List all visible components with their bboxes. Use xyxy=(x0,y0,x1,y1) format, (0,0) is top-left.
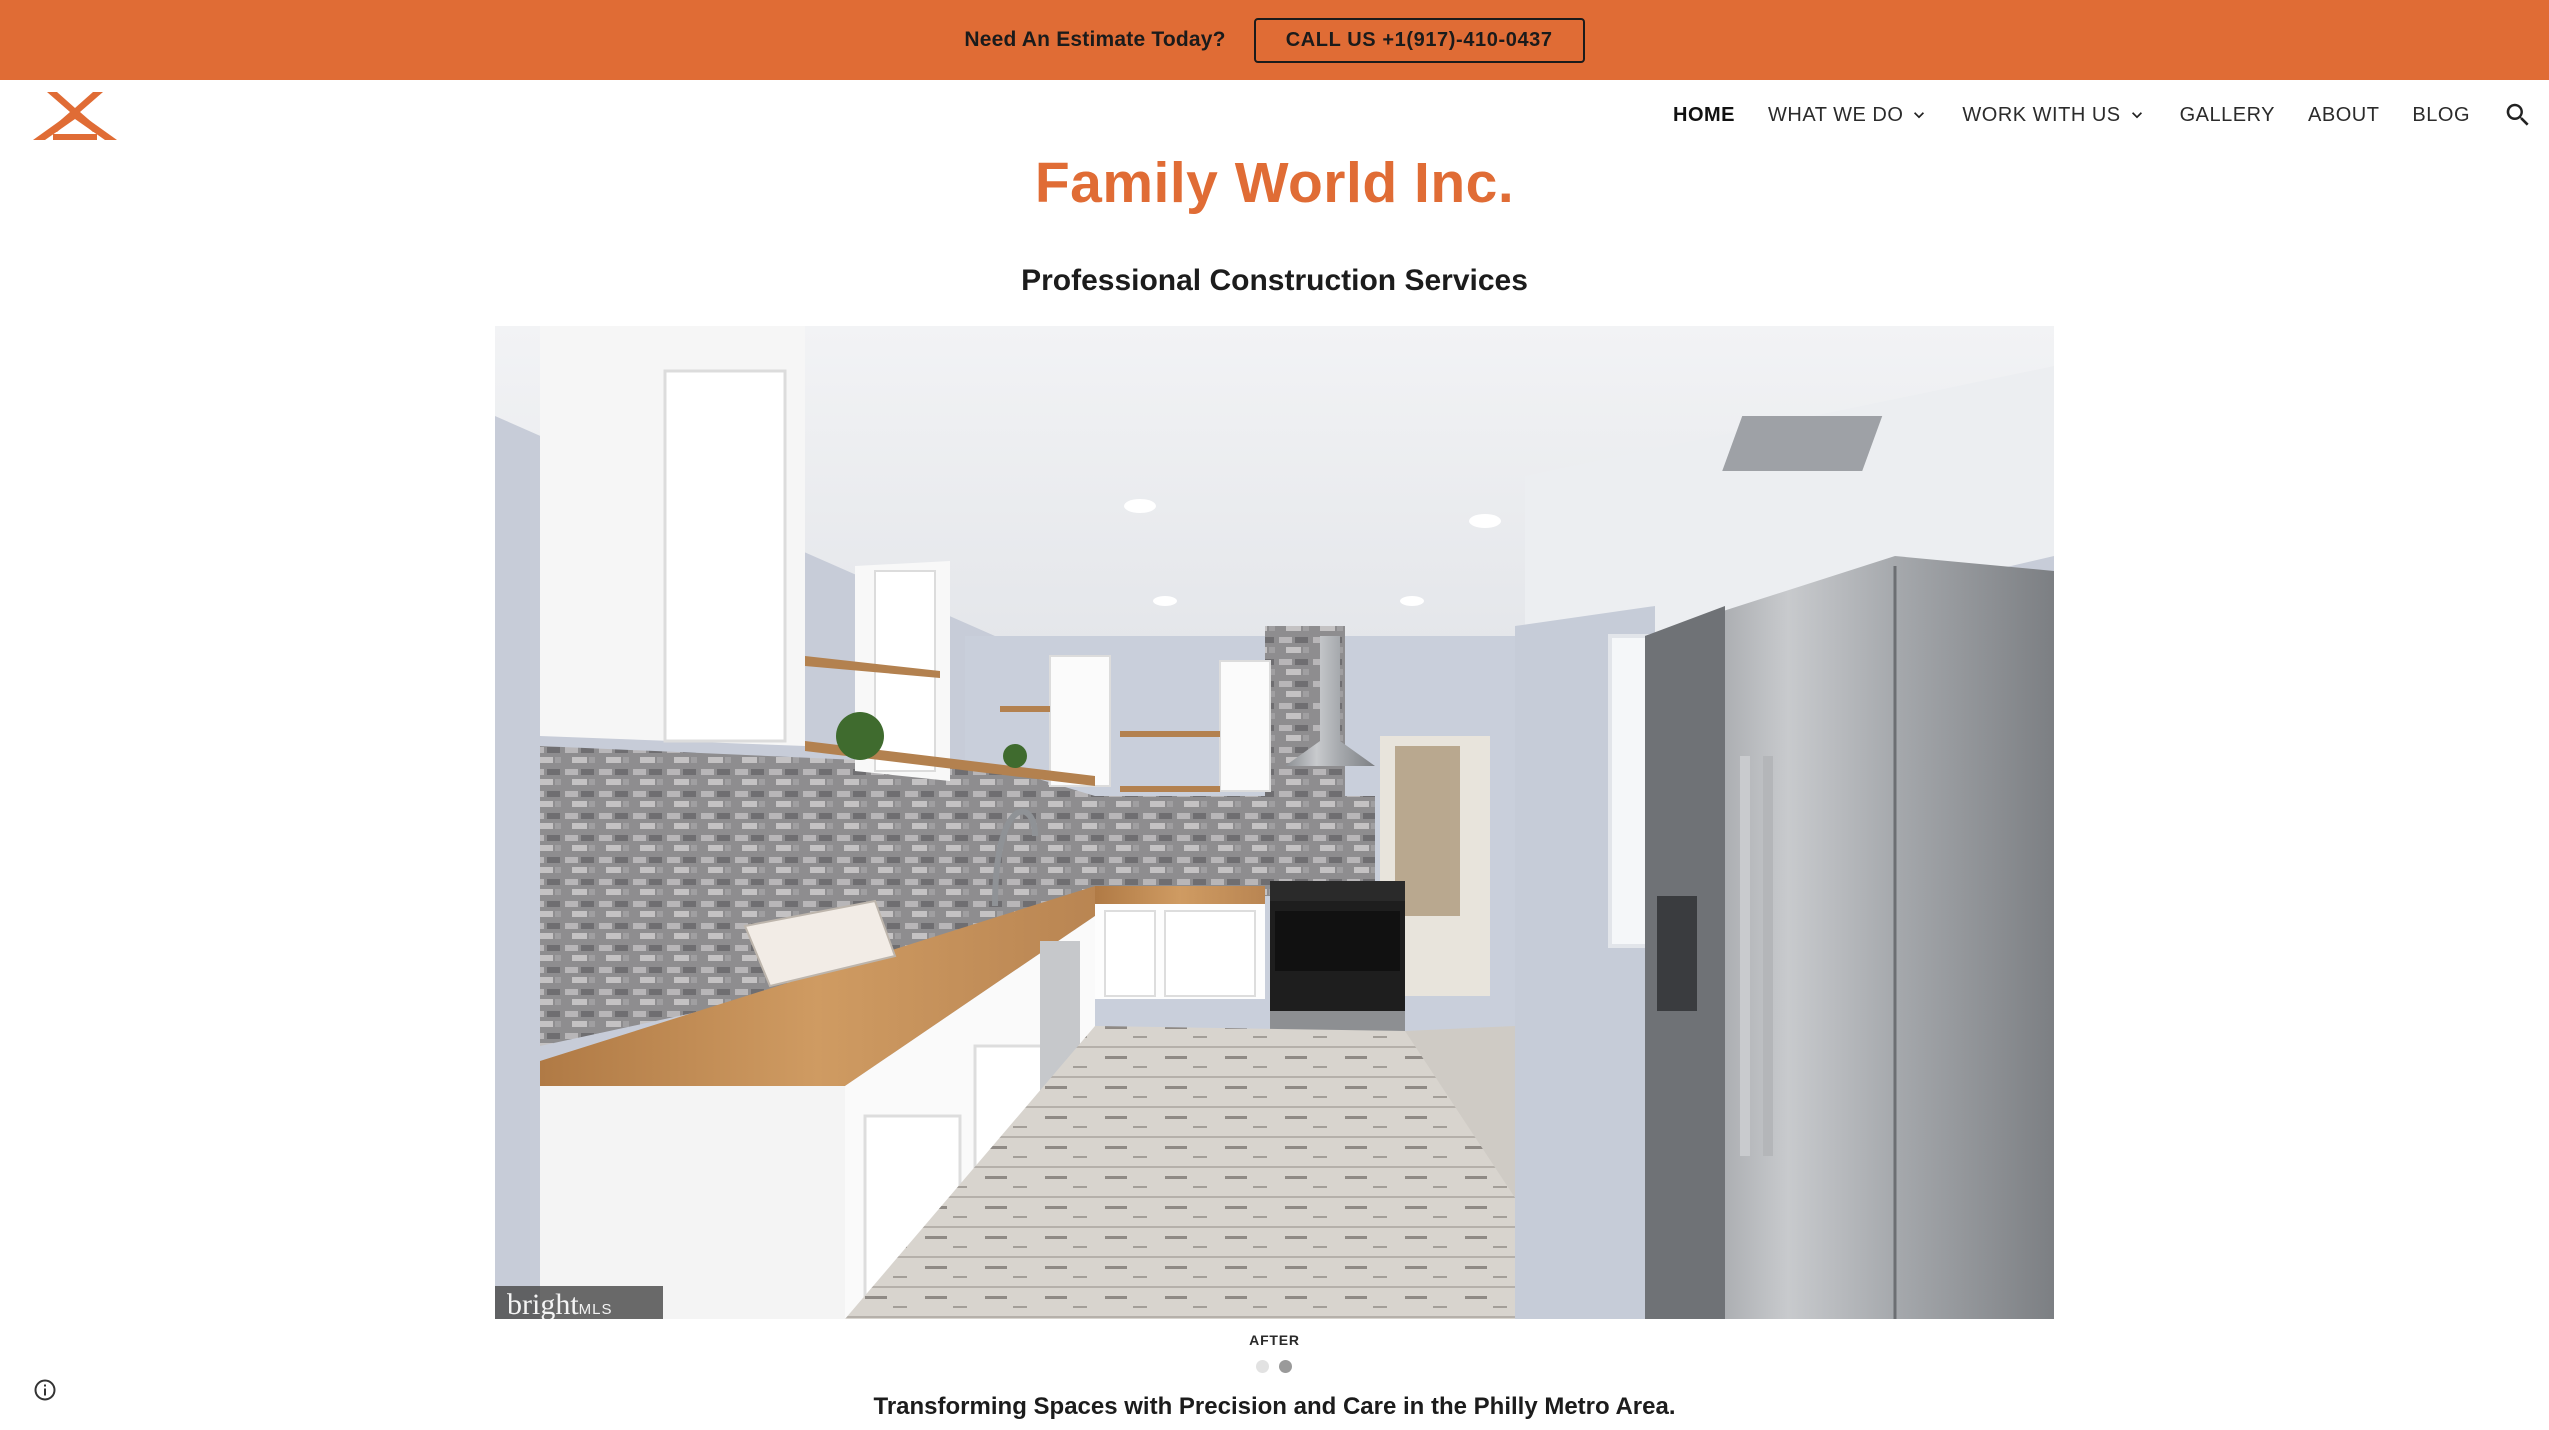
nav-work-with-us[interactable]: WORK WITH US xyxy=(1962,104,2146,127)
banner-text: Need An Estimate Today? xyxy=(964,28,1226,51)
nav-blog[interactable]: BLOG xyxy=(2412,104,2470,127)
main-nav: HOME WHAT WE DO WORK WITH US GALLERY ABO… xyxy=(1673,80,2549,150)
nav-what-we-do-label: WHAT WE DO xyxy=(1768,103,1904,126)
kitchen-photo xyxy=(495,326,2054,1319)
watermark-brand: bright xyxy=(507,1288,579,1319)
carousel-dots xyxy=(1256,1360,1292,1373)
top-banner: Need An Estimate Today? CALL US +1(917)-… xyxy=(0,0,2549,80)
site-header: HOME WHAT WE DO WORK WITH US GALLERY ABO… xyxy=(0,80,2549,150)
nav-about[interactable]: ABOUT xyxy=(2308,104,2379,127)
search-icon[interactable] xyxy=(2503,100,2533,130)
tagline: Transforming Spaces with Precision and C… xyxy=(873,1393,1676,1420)
nav-home-label: HOME xyxy=(1673,103,1736,126)
mls-watermark: brightMLS xyxy=(495,1286,663,1319)
nav-gallery[interactable]: GALLERY xyxy=(2180,104,2275,127)
chevron-down-icon xyxy=(1914,112,1925,119)
nav-work-with-us-label: WORK WITH US xyxy=(1962,103,2121,126)
page-subtitle: Professional Construction Services xyxy=(1021,264,1528,297)
carousel-image[interactable]: brightMLS xyxy=(495,326,2054,1319)
carousel-dot-2[interactable] xyxy=(1279,1360,1292,1373)
nav-gallery-label: GALLERY xyxy=(2179,103,2276,126)
site-title: Family World Inc. xyxy=(1034,151,1515,215)
house-logo-icon[interactable] xyxy=(33,88,117,142)
carousel-dot-1[interactable] xyxy=(1256,1360,1269,1373)
nav-what-we-do[interactable]: WHAT WE DO xyxy=(1768,104,1929,127)
nav-about-label: ABOUT xyxy=(2308,103,2380,126)
nav-blog-label: BLOG xyxy=(2412,103,2470,126)
chevron-down-icon xyxy=(2131,112,2142,119)
info-icon[interactable] xyxy=(33,1378,57,1402)
call-us-button[interactable]: CALL US +1(917)-410-0437 xyxy=(1253,17,1585,63)
nav-home[interactable]: HOME xyxy=(1673,104,1735,127)
slide-caption: AFTER xyxy=(1249,1332,1300,1348)
watermark-mls: MLS xyxy=(578,1301,613,1318)
